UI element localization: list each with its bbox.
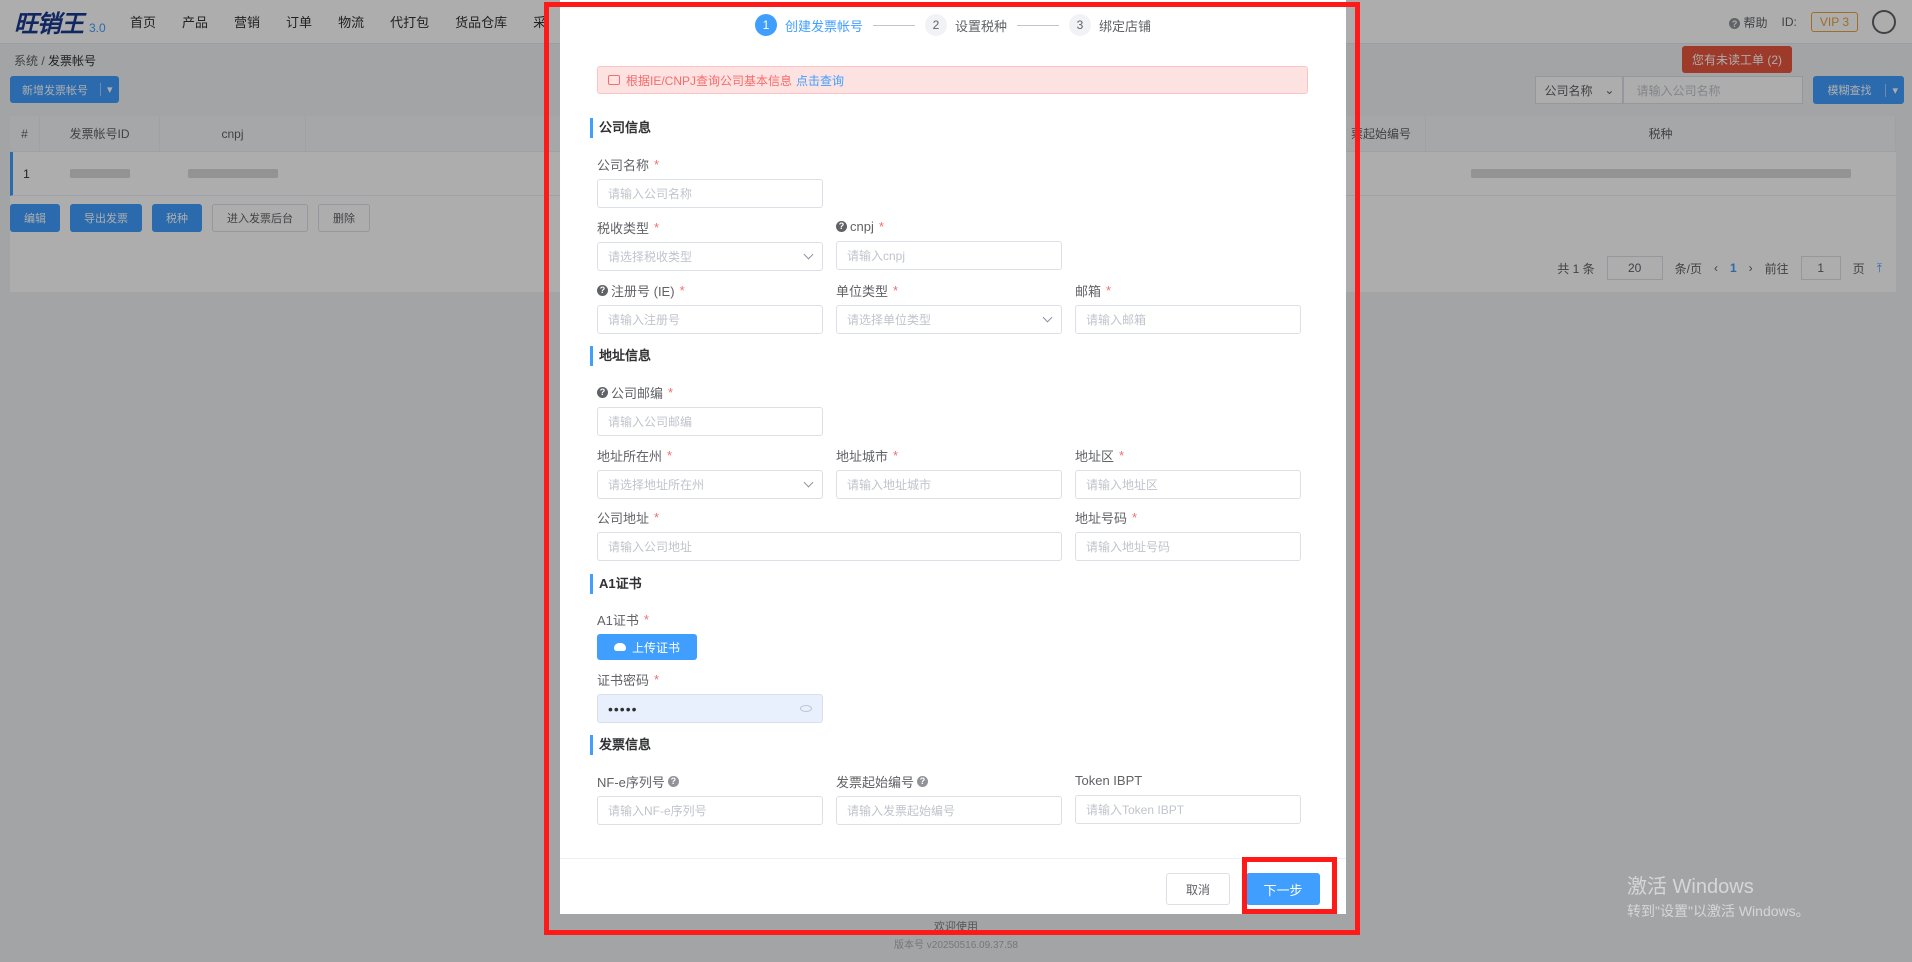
dialog-highlight-box	[544, 2, 1360, 935]
next-button-highlight-box	[1242, 857, 1337, 914]
windows-activation-title: 激活 Windows	[1627, 876, 1754, 898]
windows-activation-hint: 转到"设置"以激活 Windows。	[1627, 903, 1810, 919]
footer-version: 版本号 v20250516.09.37.58	[894, 940, 1018, 951]
windows-activation-watermark: 激活 Windows 转到"设置"以激活 Windows。	[1627, 870, 1810, 921]
